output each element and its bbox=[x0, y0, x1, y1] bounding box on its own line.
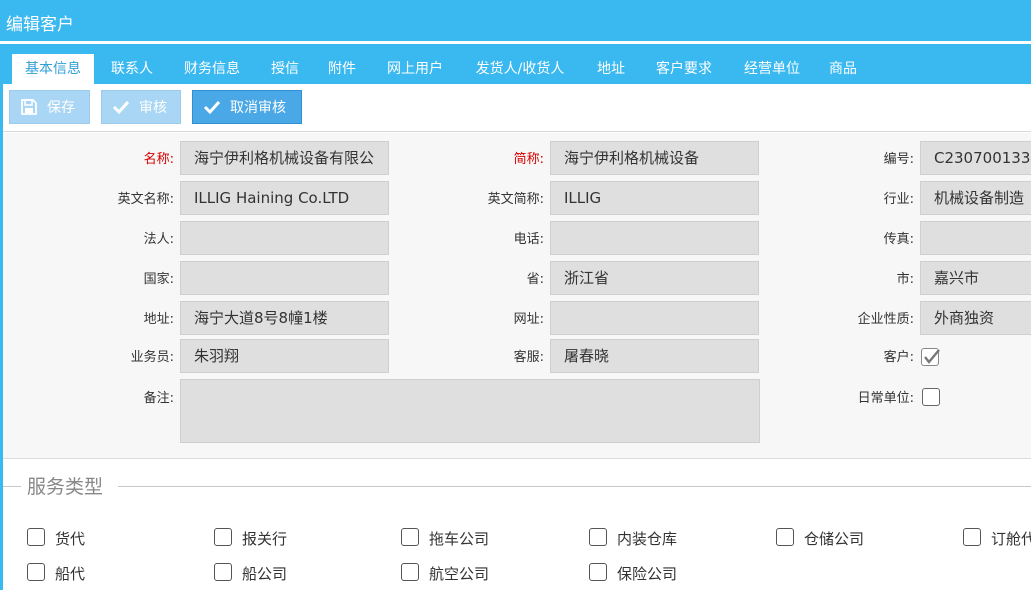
short-name-label: 简称: bbox=[513, 152, 544, 167]
customer-checkbox[interactable] bbox=[921, 348, 940, 366]
checkbox[interactable] bbox=[214, 563, 232, 581]
checkbox[interactable] bbox=[214, 528, 232, 546]
english-short-name-field[interactable]: ILLIG bbox=[550, 181, 759, 215]
tab-goods[interactable]: 商品 bbox=[820, 54, 866, 84]
service-type-legend: 服务类型 bbox=[27, 476, 104, 498]
daily-unit-label: 日常单位: bbox=[857, 391, 914, 406]
tab-basic-info[interactable]: 基本信息 bbox=[12, 54, 94, 84]
approve-label: 审核 bbox=[139, 100, 167, 116]
check-icon bbox=[111, 97, 131, 117]
checkbox[interactable] bbox=[401, 528, 419, 546]
fax-label: 传真: bbox=[883, 232, 914, 247]
customer-service-field[interactable]: 屠春晓 bbox=[550, 339, 759, 373]
checkbox[interactable] bbox=[776, 528, 794, 546]
tab-customer-requirements[interactable]: 客户要求 bbox=[645, 54, 723, 84]
daily-unit-checkbox[interactable] bbox=[922, 388, 940, 406]
service-type-section bbox=[3, 460, 1031, 590]
checkbox[interactable] bbox=[27, 528, 45, 546]
save-icon bbox=[19, 97, 39, 117]
customer-label: 客户: bbox=[883, 350, 914, 365]
approve-button[interactable]: 审核 bbox=[101, 90, 181, 124]
tab-address[interactable]: 地址 bbox=[588, 54, 634, 84]
cancel-approve-label: 取消审核 bbox=[230, 100, 286, 116]
window-title: 编辑客户 bbox=[6, 15, 74, 35]
city-label: 市: bbox=[896, 272, 914, 287]
checkbox[interactable] bbox=[589, 563, 607, 581]
tab-finance[interactable]: 财务信息 bbox=[173, 54, 251, 84]
phone-field[interactable] bbox=[550, 221, 759, 255]
province-label: 省: bbox=[526, 272, 544, 287]
code-field[interactable]: C230700133 bbox=[920, 141, 1031, 175]
tab-business-units[interactable]: 经营单位 bbox=[733, 54, 811, 84]
website-field[interactable] bbox=[550, 301, 759, 335]
checkmark-icon bbox=[924, 349, 940, 364]
industry-label: 行业: bbox=[883, 192, 914, 207]
address-label: 地址: bbox=[143, 312, 174, 327]
tab-attachments[interactable]: 附件 bbox=[319, 54, 365, 84]
check-icon bbox=[202, 97, 222, 117]
short-name-field[interactable]: 海宁伊利格机械设备 bbox=[550, 141, 759, 175]
toolbar: 保存 审核 取消审核 bbox=[3, 84, 1031, 132]
address-field[interactable]: 海宁大道8号8幢1楼 bbox=[180, 301, 389, 335]
company-nature-label: 企业性质: bbox=[857, 312, 914, 327]
checkbox[interactable] bbox=[963, 528, 981, 546]
save-label: 保存 bbox=[47, 100, 75, 116]
industry-field[interactable]: 机械设备制造 bbox=[920, 181, 1031, 215]
company-nature-field[interactable]: 外商独资 bbox=[920, 301, 1031, 335]
salesperson-field[interactable]: 朱羽翔 bbox=[180, 339, 389, 373]
customer-service-label: 客服: bbox=[513, 350, 544, 365]
cancel-approve-button[interactable]: 取消审核 bbox=[192, 90, 302, 124]
english-name-field[interactable]: ILLIG Haining Co.LTD bbox=[180, 181, 389, 215]
checkbox[interactable] bbox=[401, 563, 419, 581]
remark-label: 备注: bbox=[143, 391, 174, 406]
legal-person-label: 法人: bbox=[143, 232, 174, 247]
website-label: 网址: bbox=[513, 312, 544, 327]
country-field[interactable] bbox=[180, 261, 389, 295]
legal-person-field[interactable] bbox=[180, 221, 389, 255]
save-button[interactable]: 保存 bbox=[9, 90, 90, 124]
tab-online-users[interactable]: 网上用户 bbox=[376, 54, 454, 84]
checkbox[interactable] bbox=[27, 563, 45, 581]
tab-contacts[interactable]: 联系人 bbox=[102, 54, 162, 84]
phone-label: 电话: bbox=[513, 232, 544, 247]
country-label: 国家: bbox=[143, 272, 174, 287]
remark-textarea[interactable] bbox=[180, 379, 760, 443]
tab-bar: 基本信息 联系人 财务信息 授信 附件 网上用户 发货人/收货人 地址 客户要求… bbox=[0, 44, 1031, 84]
city-field[interactable]: 嘉兴市 bbox=[920, 261, 1031, 295]
name-field[interactable]: 海宁伊利格机械设备有限公 bbox=[180, 141, 389, 175]
salesperson-label: 业务员: bbox=[130, 350, 174, 365]
tab-shipper-consignee[interactable]: 发货人/收货人 bbox=[464, 54, 576, 84]
window-titlebar: 编辑客户 bbox=[0, 0, 1031, 44]
checkbox[interactable] bbox=[589, 528, 607, 546]
legend-divider-right bbox=[118, 486, 1031, 487]
legend-divider-left bbox=[3, 486, 21, 487]
code-label: 编号: bbox=[883, 152, 914, 167]
tab-credit[interactable]: 授信 bbox=[262, 54, 308, 84]
english-name-label: 英文名称: bbox=[117, 192, 174, 207]
name-label: 名称: bbox=[143, 152, 174, 167]
fax-field[interactable] bbox=[920, 221, 1031, 255]
english-short-name-label: 英文简称: bbox=[487, 192, 544, 207]
province-field[interactable]: 浙江省 bbox=[550, 261, 759, 295]
